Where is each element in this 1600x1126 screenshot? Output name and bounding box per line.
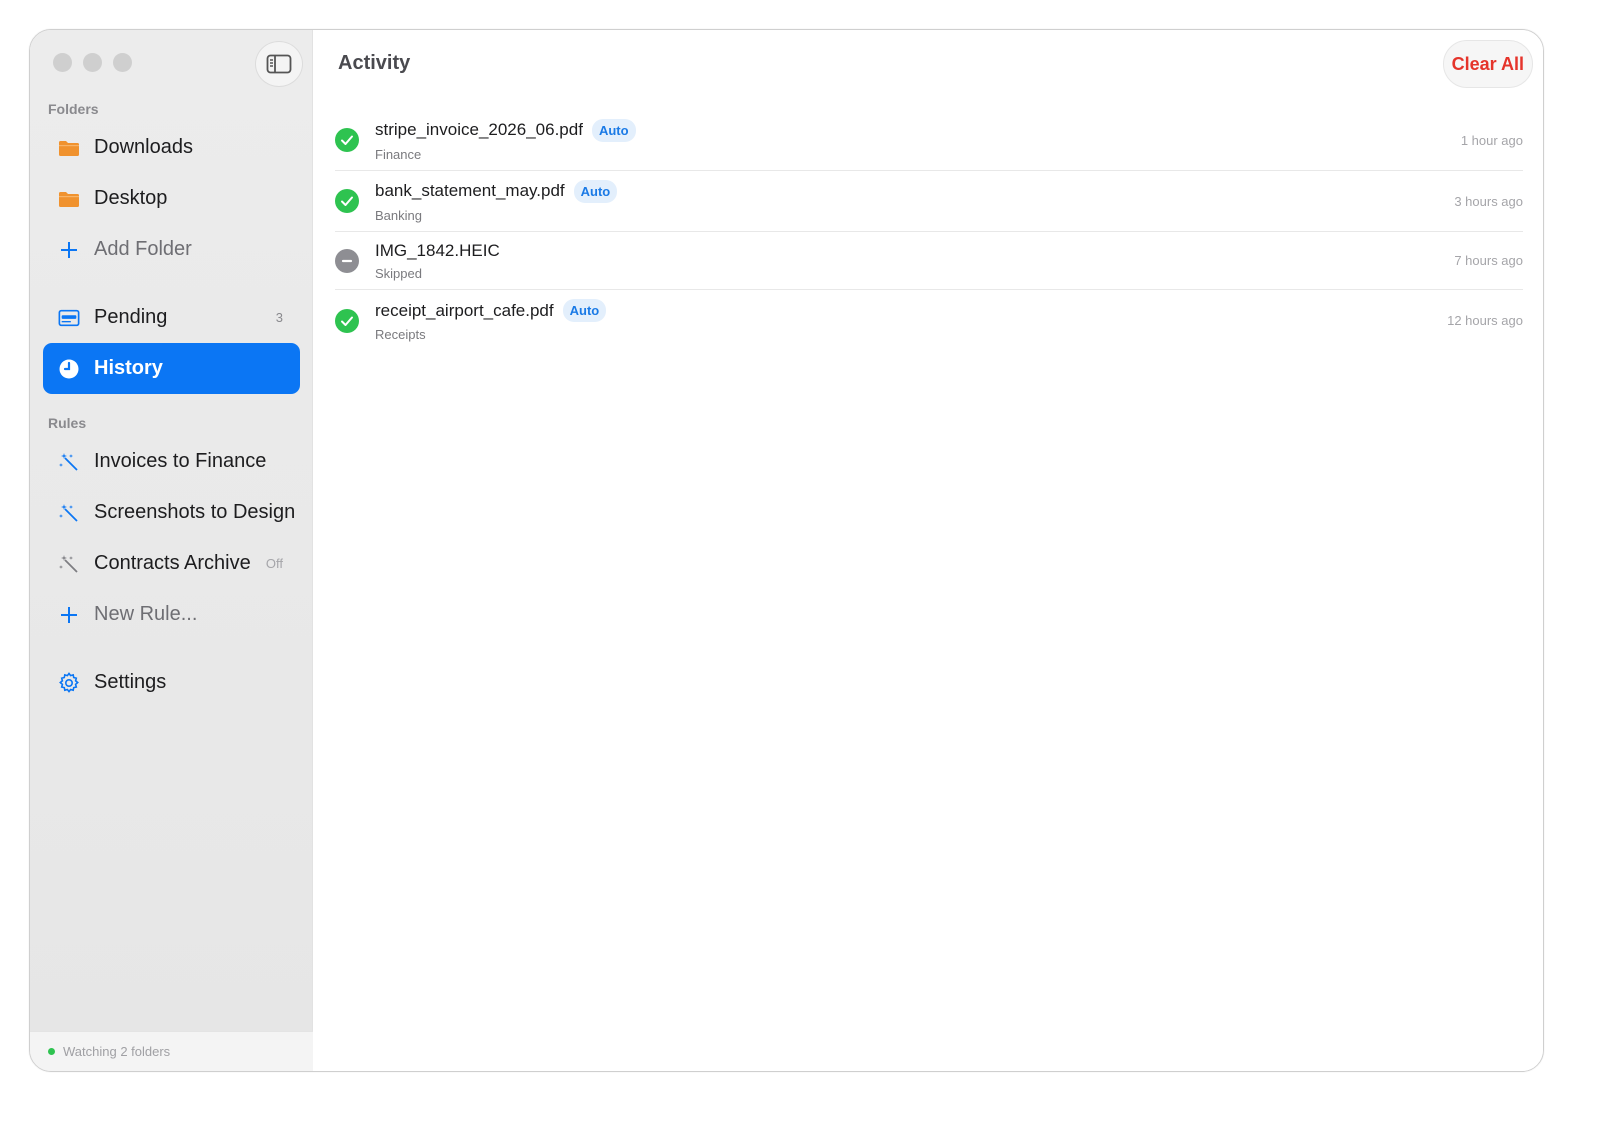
activity-row[interactable]: stripe_invoice_2026_06.pdf Auto Finance … xyxy=(335,110,1523,171)
file-name: stripe_invoice_2026_06.pdf xyxy=(375,120,583,139)
sidebar-item-pending[interactable]: Pending 3 xyxy=(43,292,300,343)
rule-item-label: Screenshots to Design xyxy=(94,501,296,523)
plus-icon xyxy=(58,604,80,626)
rule-item-invoices-to-finance[interactable]: Invoices to Finance xyxy=(43,436,300,487)
sidebar-item-downloads[interactable]: Downloads xyxy=(43,122,300,173)
watch-status-text: Watching 2 folders xyxy=(63,1044,171,1059)
status-dot xyxy=(48,1048,55,1055)
activity-info: bank_statement_may.pdf Auto Banking xyxy=(375,179,1454,223)
folder-icon xyxy=(58,188,80,210)
timestamp: 3 hours ago xyxy=(1454,193,1523,209)
timestamp: 1 hour ago xyxy=(1460,132,1523,148)
auto-badge: Auto xyxy=(562,299,607,322)
minimize-window-button[interactable] xyxy=(83,53,102,72)
minus-icon xyxy=(335,248,359,273)
timestamp: 12 hours ago xyxy=(1447,313,1523,328)
auto-badge: Auto xyxy=(573,179,618,203)
destination-category: Banking xyxy=(375,207,422,223)
main-content: Activity Clear All stripe_invoice_2026_0… xyxy=(313,30,1543,1071)
file-name: bank_statement_may.pdf xyxy=(375,181,565,200)
plus-icon xyxy=(58,239,80,261)
folder-icon xyxy=(58,137,80,159)
sidebar-toggle-button[interactable] xyxy=(255,41,303,87)
sidebar-item-label: Desktop xyxy=(94,187,168,209)
activity-info: IMG_1842.HEIC Skipped xyxy=(375,241,1454,281)
rules-section-label: Rules xyxy=(48,415,87,431)
sidebar-item-label: Downloads xyxy=(94,136,193,158)
clock-icon xyxy=(58,358,80,380)
new-rule-button[interactable]: New Rule... xyxy=(43,589,300,640)
activity-info: receipt_airport_cafe.pdf Auto Receipts xyxy=(375,299,1447,342)
destination-category: Receipts xyxy=(375,327,426,342)
sidebar-item-desktop[interactable]: Desktop xyxy=(43,173,300,224)
checkmark-icon xyxy=(335,308,359,333)
checkmark-icon xyxy=(335,189,359,213)
page-title: Activity xyxy=(338,52,411,74)
sidebar: Folders Downloads Desktop Add Folder Pen… xyxy=(30,30,313,1071)
file-name: receipt_airport_cafe.pdf xyxy=(375,300,554,320)
gear-icon xyxy=(58,671,80,694)
rule-item-label: Invoices to Finance xyxy=(94,450,267,472)
sidebar-item-history[interactable]: History xyxy=(43,343,300,394)
clear-all-button[interactable]: Clear All xyxy=(1442,40,1533,88)
rule-item-screenshots-to-design[interactable]: Screenshots to Design xyxy=(43,487,300,538)
sidebar-icon xyxy=(266,54,292,74)
sidebar-item-label: Pending xyxy=(94,306,168,328)
magic-wand-icon xyxy=(58,502,80,524)
pending-count-badge: 3 xyxy=(275,310,283,325)
add-folder-label: Add Folder xyxy=(94,238,192,260)
rule-item-contracts-archive[interactable]: Contracts Archive Off xyxy=(43,538,300,589)
app-window: Folders Downloads Desktop Add Folder Pen… xyxy=(29,29,1544,1072)
rule-item-label: Contracts Archive xyxy=(94,552,251,574)
add-folder-button[interactable]: Add Folder xyxy=(43,224,300,275)
folders-section-label: Folders xyxy=(48,101,99,117)
sidebar-item-label: Settings xyxy=(94,671,167,693)
zoom-window-button[interactable] xyxy=(113,53,132,72)
activity-row[interactable]: IMG_1842.HEIC Skipped 7 hours ago xyxy=(335,232,1523,290)
activity-info: stripe_invoice_2026_06.pdf Auto Finance xyxy=(375,118,1461,162)
close-window-button[interactable] xyxy=(53,53,72,72)
sidebar-item-label: History xyxy=(94,357,163,379)
tray-icon xyxy=(58,307,80,329)
file-name: IMG_1842.HEIC xyxy=(375,240,500,260)
magic-wand-icon xyxy=(58,451,80,473)
auto-badge: Auto xyxy=(591,118,636,142)
timestamp: 7 hours ago xyxy=(1454,253,1523,268)
checkmark-icon xyxy=(335,128,359,152)
rule-off-badge: Off xyxy=(265,556,283,571)
destination-category: Finance xyxy=(375,146,422,162)
sidebar-item-settings[interactable]: Settings xyxy=(43,657,300,708)
window-controls xyxy=(53,53,132,72)
magic-wand-icon xyxy=(58,553,80,575)
watch-status-bar: Watching 2 folders xyxy=(30,1031,313,1071)
new-rule-label: New Rule... xyxy=(94,603,198,625)
activity-list: stripe_invoice_2026_06.pdf Auto Finance … xyxy=(335,110,1523,351)
destination-category: Skipped xyxy=(375,265,422,281)
activity-row[interactable]: receipt_airport_cafe.pdf Auto Receipts 1… xyxy=(335,290,1523,351)
activity-row[interactable]: bank_statement_may.pdf Auto Banking 3 ho… xyxy=(335,171,1523,232)
